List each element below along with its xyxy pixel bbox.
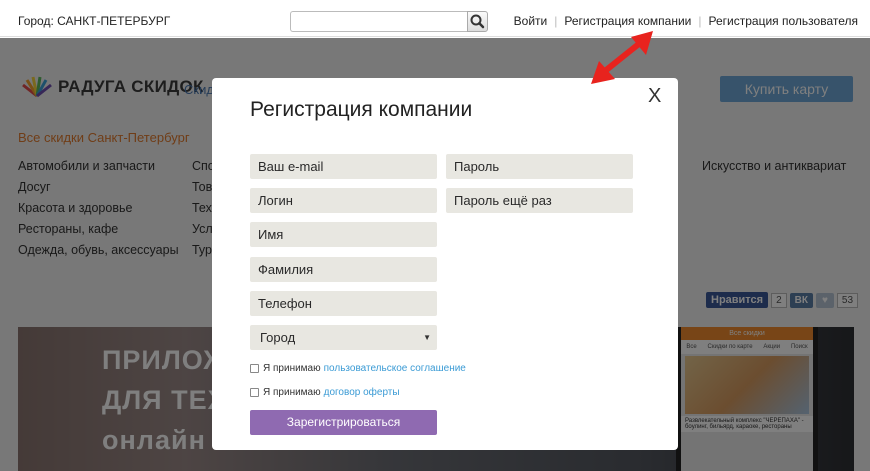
top-links: Войти | Регистрация компании | Регистрац… — [514, 14, 858, 28]
phone-field[interactable]: Телефон — [250, 291, 437, 316]
city-select-value: Город — [260, 330, 296, 345]
modal-title: Регистрация компании — [250, 98, 473, 121]
agree-terms-checkbox[interactable] — [250, 364, 259, 373]
agree-terms-label: Я принимаю — [263, 363, 321, 374]
city-selector[interactable]: Город: САНКТ-ПЕТЕРБУРГ — [18, 14, 170, 28]
first-name-field[interactable]: Имя — [250, 222, 437, 247]
register-user-link[interactable]: Регистрация пользователя — [709, 14, 858, 28]
agree-terms-row: Я принимаю пользовательское соглашение — [250, 363, 466, 374]
user-agreement-link[interactable]: пользовательское соглашение — [324, 363, 466, 374]
dropdown-arrow-icon: ▼ — [423, 333, 431, 342]
register-submit-button[interactable]: Зарегистрироваться — [250, 410, 437, 435]
separator: | — [698, 14, 702, 28]
password-field[interactable]: Пароль — [446, 154, 633, 179]
annotation-arrow-icon — [591, 31, 653, 84]
email-field[interactable]: Ваш e-mail — [250, 154, 437, 179]
agree-offer-row: Я принимаю договор оферты — [250, 387, 400, 398]
agree-offer-checkbox[interactable] — [250, 388, 259, 397]
search-input[interactable] — [290, 11, 468, 32]
agree-offer-label: Я принимаю — [263, 387, 321, 398]
separator: | — [554, 14, 558, 28]
register-company-modal: Регистрация компании X Ваш e-mail Логин … — [212, 78, 678, 450]
search-button[interactable] — [467, 11, 488, 32]
last-name-field[interactable]: Фамилия — [250, 257, 437, 282]
password-confirm-field[interactable]: Пароль ещё раз — [446, 188, 633, 213]
login-field[interactable]: Логин — [250, 188, 437, 213]
top-bar: Город: САНКТ-ПЕТЕРБУРГ Войти | Регистрац… — [0, 0, 870, 37]
search-box — [290, 11, 488, 32]
login-link[interactable]: Войти — [514, 14, 548, 28]
city-select[interactable]: Город ▼ — [250, 325, 437, 350]
offer-contract-link[interactable]: договор оферты — [324, 387, 400, 398]
search-icon — [470, 14, 485, 29]
